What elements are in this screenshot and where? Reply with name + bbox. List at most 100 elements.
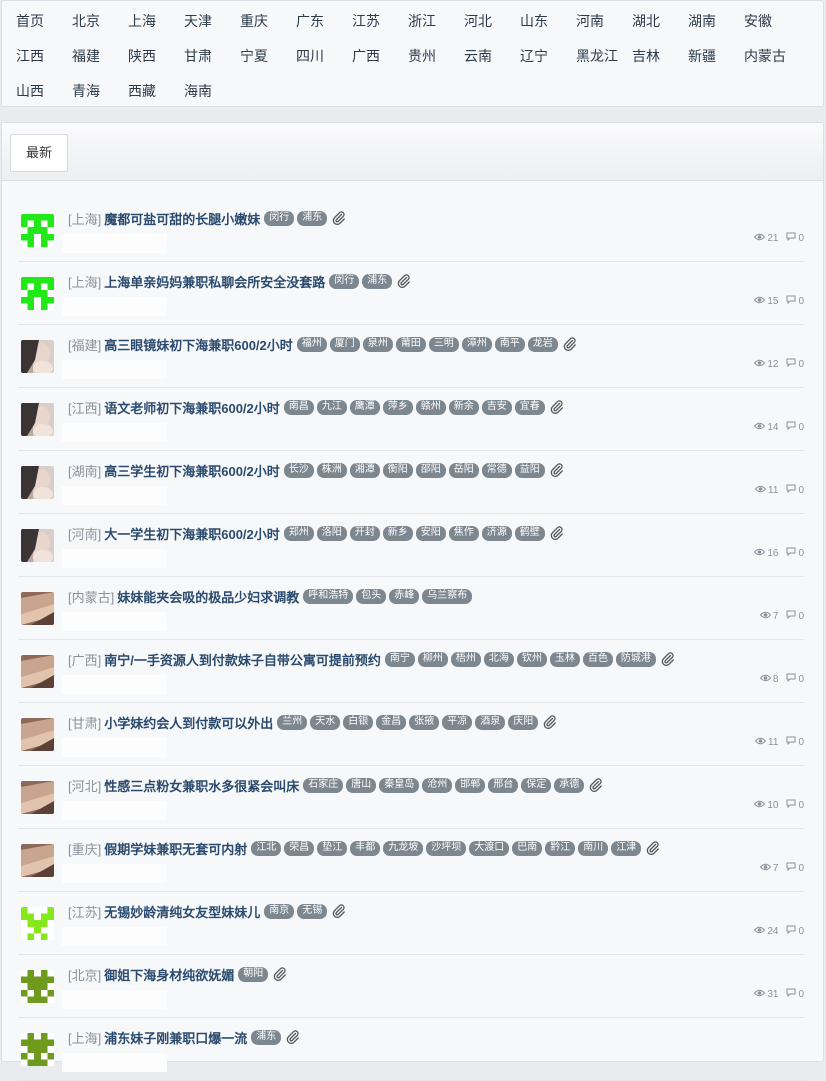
nav-item[interactable]: 山西 [16,81,44,101]
nav-item[interactable]: 安徽 [744,11,772,31]
avatar[interactable] [21,781,54,814]
city-tag[interactable]: 朝阳 [238,966,269,982]
city-tag[interactable]: 南宁 [384,651,415,667]
city-tag[interactable]: 洛阳 [316,525,347,541]
post-title-link[interactable]: 御姐下海身材纯欲妩媚 [104,965,234,984]
nav-item[interactable]: 陕西 [128,46,156,66]
nav-item[interactable]: 山东 [520,11,548,31]
tab-latest[interactable]: 最新 [10,134,68,172]
city-tag[interactable]: 福州 [296,336,327,352]
city-tag[interactable]: 邵阳 [415,462,446,478]
post-title-link[interactable]: 语文老师初下海兼职600/2小时 [104,398,280,417]
city-tag[interactable]: 乌兰察布 [422,588,473,604]
nav-item[interactable]: 新疆 [688,46,716,66]
city-tag[interactable]: 益阳 [514,462,545,478]
city-tag[interactable]: 江津 [611,840,642,856]
city-tag[interactable]: 厦门 [329,336,360,352]
nav-item[interactable]: 北京 [72,11,100,31]
nav-item[interactable]: 江苏 [352,11,380,31]
city-tag[interactable]: 株洲 [316,462,347,478]
avatar[interactable] [21,970,54,1003]
city-tag[interactable]: 南川 [578,840,609,856]
city-tag[interactable]: 浦东 [251,1029,282,1045]
city-tag[interactable]: 闵行 [329,273,360,289]
nav-item[interactable]: 西藏 [128,81,156,101]
city-tag[interactable]: 南京 [264,903,295,919]
city-tag[interactable]: 江北 [251,840,282,856]
city-tag[interactable]: 酒泉 [475,714,506,730]
post-title-link[interactable]: 大一学生初下海兼职600/2小时 [104,524,280,543]
city-tag[interactable]: 丰都 [350,840,381,856]
city-tag[interactable]: 沧州 [422,777,453,793]
city-tag[interactable]: 百色 [582,651,613,667]
city-tag[interactable]: 萍乡 [382,399,413,415]
city-tag[interactable]: 济源 [481,525,512,541]
post-title-link[interactable]: 魔都可盐可甜的长腿小嫩妹 [104,209,260,228]
avatar[interactable] [21,277,54,310]
city-tag[interactable]: 石家庄 [303,777,344,793]
city-tag[interactable]: 郑州 [283,525,314,541]
avatar[interactable] [21,718,54,751]
avatar[interactable] [21,214,54,247]
city-tag[interactable]: 垫江 [317,840,348,856]
nav-item[interactable]: 广西 [352,46,380,66]
city-tag[interactable]: 浦东 [362,273,393,289]
city-tag[interactable]: 邯郸 [455,777,486,793]
city-tag[interactable]: 吉安 [481,399,512,415]
nav-item[interactable]: 辽宁 [520,46,548,66]
avatar[interactable] [21,1033,54,1066]
city-tag[interactable]: 防城港 [615,651,656,667]
city-tag[interactable]: 三明 [428,336,459,352]
city-tag[interactable]: 无锡 [297,903,328,919]
city-tag[interactable]: 开封 [349,525,380,541]
post-title-link[interactable]: 高三眼镜妹初下海兼职600/2小时 [104,335,293,354]
city-tag[interactable]: 宜春 [514,399,545,415]
avatar[interactable] [21,403,54,436]
city-tag[interactable]: 泉州 [362,336,393,352]
city-tag[interactable]: 鹤壁 [514,525,545,541]
city-tag[interactable]: 九龙坡 [383,840,424,856]
city-tag[interactable]: 唐山 [346,777,377,793]
nav-item[interactable]: 贵州 [408,46,436,66]
city-tag[interactable]: 闵行 [264,210,295,226]
nav-item[interactable]: 海南 [184,81,212,101]
post-title-link[interactable]: 上海单亲妈妈兼职私聊会所安全没套路 [104,272,325,291]
city-tag[interactable]: 安阳 [415,525,446,541]
post-title-link[interactable]: 妹妹能夹会吸的极品少妇求调教 [117,587,299,606]
city-tag[interactable]: 长沙 [283,462,314,478]
city-tag[interactable]: 邢台 [488,777,519,793]
nav-item[interactable]: 重庆 [240,11,268,31]
city-tag[interactable]: 秦皇岛 [379,777,420,793]
post-title-link[interactable]: 南宁/一手资源人到付款妹子自带公寓可提前预约 [104,650,381,669]
nav-item[interactable]: 青海 [72,81,100,101]
city-tag[interactable]: 黔江 [545,840,576,856]
city-tag[interactable]: 南昌 [283,399,314,415]
avatar[interactable] [21,844,54,877]
nav-item[interactable]: 黑龙江 [576,46,618,66]
avatar[interactable] [21,592,54,625]
city-tag[interactable]: 钦州 [516,651,547,667]
city-tag[interactable]: 梧州 [450,651,481,667]
city-tag[interactable]: 岳阳 [448,462,479,478]
city-tag[interactable]: 平凉 [442,714,473,730]
city-tag[interactable]: 大渡口 [469,840,510,856]
nav-item[interactable]: 湖南 [688,11,716,31]
city-tag[interactable]: 庆阳 [508,714,539,730]
post-title-link[interactable]: 假期学妹兼职无套可内射 [104,839,247,858]
nav-item[interactable]: 江西 [16,46,44,66]
nav-item[interactable]: 广东 [296,11,324,31]
nav-item[interactable]: 云南 [464,46,492,66]
avatar[interactable] [21,907,54,940]
nav-item[interactable]: 四川 [296,46,324,66]
city-tag[interactable]: 龙岩 [527,336,558,352]
nav-item[interactable]: 宁夏 [240,46,268,66]
city-tag[interactable]: 兰州 [277,714,308,730]
city-tag[interactable]: 常德 [481,462,512,478]
city-tag[interactable]: 南平 [494,336,525,352]
post-title-link[interactable]: 高三学生初下海兼职600/2小时 [104,461,280,480]
city-tag[interactable]: 湘潭 [349,462,380,478]
nav-item[interactable]: 天津 [184,11,212,31]
city-tag[interactable]: 莆田 [395,336,426,352]
post-title-link[interactable]: 浦东妹子刚兼职口爆一流 [104,1028,247,1047]
city-tag[interactable]: 焦作 [448,525,479,541]
